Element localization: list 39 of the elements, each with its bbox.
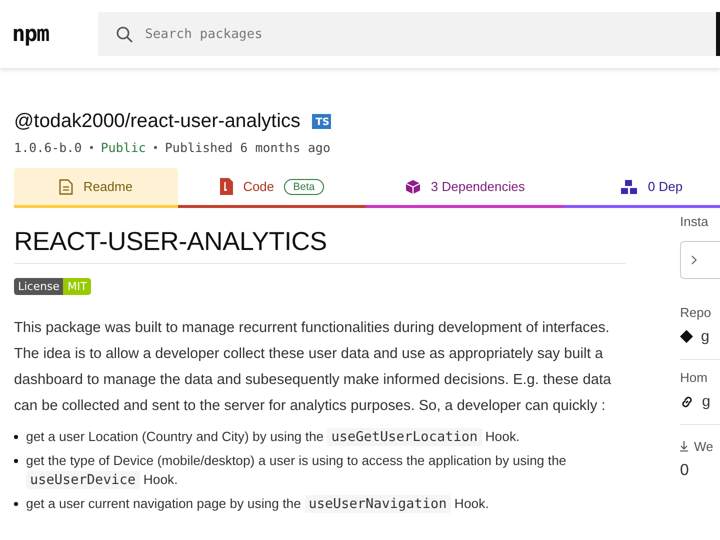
typescript-badge: TS <box>312 114 332 129</box>
homepage-label: Hom <box>680 370 708 385</box>
git-icon <box>680 330 693 343</box>
download-icon <box>680 441 688 452</box>
prompt-icon <box>691 255 697 265</box>
npm-logo[interactable]: npm <box>0 22 98 46</box>
bullet-icon <box>14 435 18 439</box>
install-command-box[interactable] <box>680 241 720 279</box>
tab[interactable]: 3 Dependencies <box>366 168 564 208</box>
code-file-icon <box>220 178 234 195</box>
list-item-text: get a user current navigation page by using the useUserNavigation Hook. <box>26 494 489 513</box>
repository-label: Repo <box>680 305 712 320</box>
separator-dot <box>90 146 93 149</box>
tab[interactable]: Code Beta <box>178 168 366 208</box>
readme-paragraph: This package was built to manage recurrent functionalities during development of interfaces. The idea is to allow a developer collect these user data and use as appropriately say built a dashboard to manage the data and subesequently make informed decisions. E.g. these data can be collected and sent to the server for analytics purposes. So, a developer can quickly : <box>14 319 612 416</box>
beta-badge: Beta <box>284 178 324 194</box>
install-label: Insta <box>680 214 710 229</box>
document-icon <box>59 178 74 194</box>
list-item-text: get a user Location (Country and City) by using the useGetUserLocation Hook. <box>26 427 520 446</box>
package-version: 1.0.6-b.0 <box>14 140 82 155</box>
bullet-icon <box>14 459 18 463</box>
list-item-text: get the type of Device (mobile/desktop) a user is using to access the application by using the useUserDevice Hook. <box>26 452 568 489</box>
search-icon <box>116 26 133 42</box>
cubes-icon <box>620 178 638 194</box>
visibility-label: Public <box>100 140 146 155</box>
package-name: @todak2000/react-user-analytics <box>14 110 300 133</box>
published-date: Published 6 months ago <box>164 140 330 155</box>
weekly-downloads-label: We <box>694 439 714 454</box>
tab[interactable]: 0 Dep <box>564 168 720 208</box>
separator-dot <box>154 146 157 149</box>
weekly-downloads-count: 0 <box>680 462 690 480</box>
homepage-link[interactable]: g <box>702 393 710 410</box>
repository-link[interactable]: g <box>701 328 710 345</box>
link-icon <box>680 394 694 408</box>
search-field[interactable]: Search packages <box>143 26 447 42</box>
readme-heading: REACT-USER-ANALYTICS <box>14 226 626 264</box>
tab[interactable]: Readme <box>14 168 178 208</box>
bullet-icon <box>14 502 18 506</box>
cube-icon <box>404 178 421 194</box>
